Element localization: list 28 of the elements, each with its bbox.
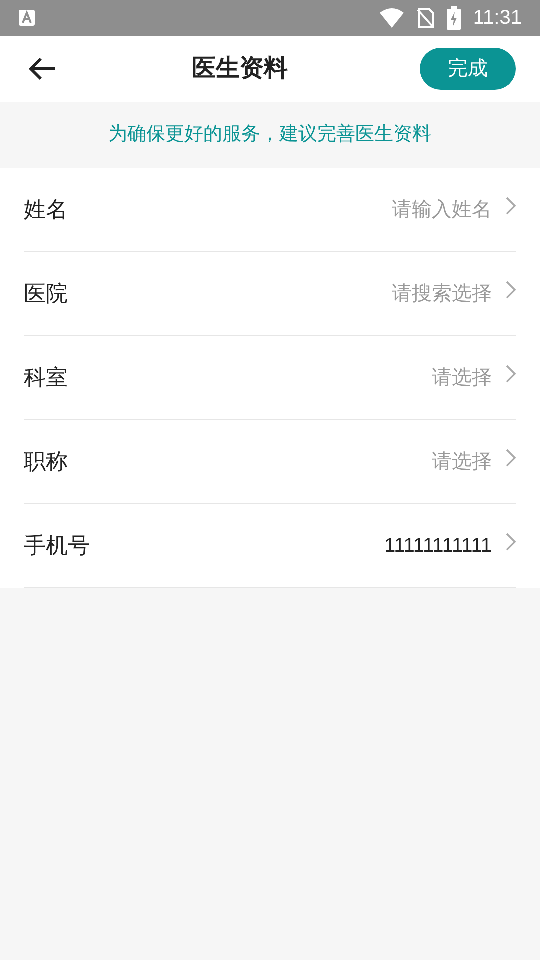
form-row[interactable]: 职称 请选择 xyxy=(24,420,516,504)
row-placeholder: 请搜索选择 xyxy=(392,282,492,306)
row-placeholder: 请选择 xyxy=(432,366,492,390)
row-label: 科室 xyxy=(24,364,68,392)
chevron-icon xyxy=(506,532,516,550)
form-row[interactable]: 手机号 11111111111 xyxy=(24,504,516,588)
battery-charging-icon xyxy=(447,6,462,30)
row-placeholder: 请输入姓名 xyxy=(392,198,492,222)
wifi-icon xyxy=(379,8,406,28)
chevron-icon xyxy=(506,448,516,466)
status-time: 11:31 xyxy=(473,6,522,31)
app-notification-icon xyxy=(18,9,36,27)
row-label: 姓名 xyxy=(24,196,68,224)
page-title: 医生资料 xyxy=(192,54,288,84)
chevron-icon xyxy=(506,280,516,298)
row-value: 11111111111 xyxy=(384,534,492,558)
chevron-icon xyxy=(506,196,516,214)
form-row[interactable]: 医院 请搜索选择 xyxy=(24,252,516,336)
row-label: 职称 xyxy=(24,448,68,476)
chevron-icon xyxy=(506,364,516,382)
form-row[interactable]: 姓名 请输入姓名 xyxy=(24,168,516,252)
no-sim-icon xyxy=(417,7,436,29)
done-button[interactable]: 完成 xyxy=(420,48,516,90)
row-label: 医院 xyxy=(24,280,68,308)
row-label: 手机号 xyxy=(24,532,90,560)
form-row[interactable]: 科室 请选择 xyxy=(24,336,516,420)
row-placeholder: 请选择 xyxy=(432,450,492,474)
notice-text: 为确保更好的服务，建议完善医生资料 xyxy=(108,122,432,147)
